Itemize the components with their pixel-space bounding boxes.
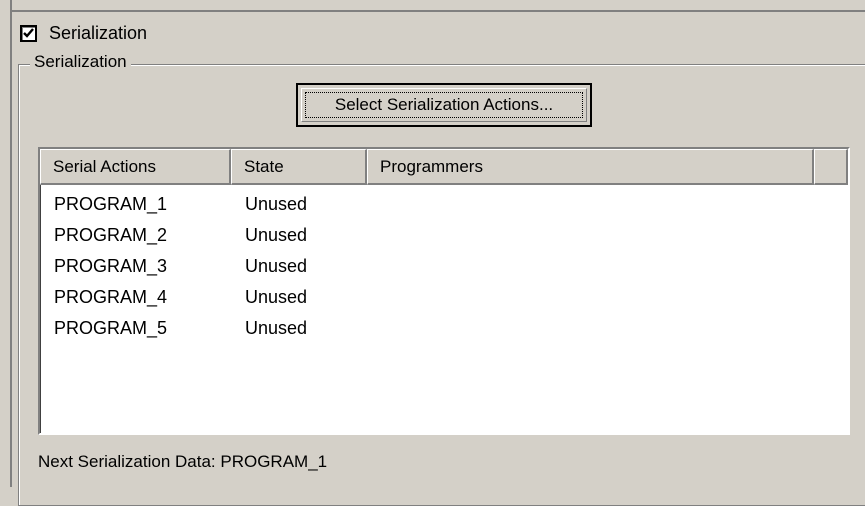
- serial-action-cell: PROGRAM_3: [54, 256, 168, 276]
- select-serialization-actions-label: Select Serialization Actions...: [334, 95, 554, 114]
- serial-action-cell: PROGRAM_1: [54, 194, 168, 214]
- list-item[interactable]: PROGRAM_1 Unused: [40, 189, 848, 220]
- window-edge-left: [0, 0, 12, 487]
- column-header-serial-actions[interactable]: Serial Actions: [40, 149, 231, 185]
- serial-action-cell: PROGRAM_5: [54, 318, 168, 338]
- checkmark-icon: [23, 27, 34, 38]
- list-item[interactable]: PROGRAM_5 Unused: [40, 313, 848, 344]
- list-item[interactable]: PROGRAM_2 Unused: [40, 220, 848, 251]
- serialization-group-title: Serialization: [30, 52, 131, 72]
- serial-actions-listview[interactable]: Serial Actions State Programmers PROGRAM…: [38, 147, 850, 435]
- listview-rows: PROGRAM_1 Unused PROGRAM_2 Unused PROGRA…: [40, 189, 848, 344]
- select-serialization-actions-button[interactable]: Select Serialization Actions...: [296, 83, 592, 127]
- state-cell: Unused: [245, 318, 308, 338]
- list-item[interactable]: PROGRAM_3 Unused: [40, 251, 848, 282]
- column-header-filler[interactable]: [814, 149, 848, 185]
- state-cell: Unused: [245, 225, 308, 245]
- column-header-programmers[interactable]: Programmers: [367, 149, 814, 185]
- state-cell: Unused: [245, 194, 308, 214]
- window-edge-top: [10, 0, 865, 12]
- next-serialization-data-label: Next Serialization Data: PROGRAM_1: [38, 452, 328, 471]
- column-header-state[interactable]: State: [231, 149, 367, 185]
- serialization-checkbox-label: Serialization: [49, 22, 148, 43]
- serial-action-cell: PROGRAM_4: [54, 287, 168, 307]
- state-cell: Unused: [245, 287, 308, 307]
- serial-action-cell: PROGRAM_2: [54, 225, 168, 245]
- list-item[interactable]: PROGRAM_4 Unused: [40, 282, 848, 313]
- listview-header: Serial Actions State Programmers: [40, 149, 848, 185]
- state-cell: Unused: [245, 256, 308, 276]
- serialization-checkbox-row[interactable]: Serialization: [20, 18, 147, 48]
- serialization-checkbox[interactable]: [20, 24, 37, 42]
